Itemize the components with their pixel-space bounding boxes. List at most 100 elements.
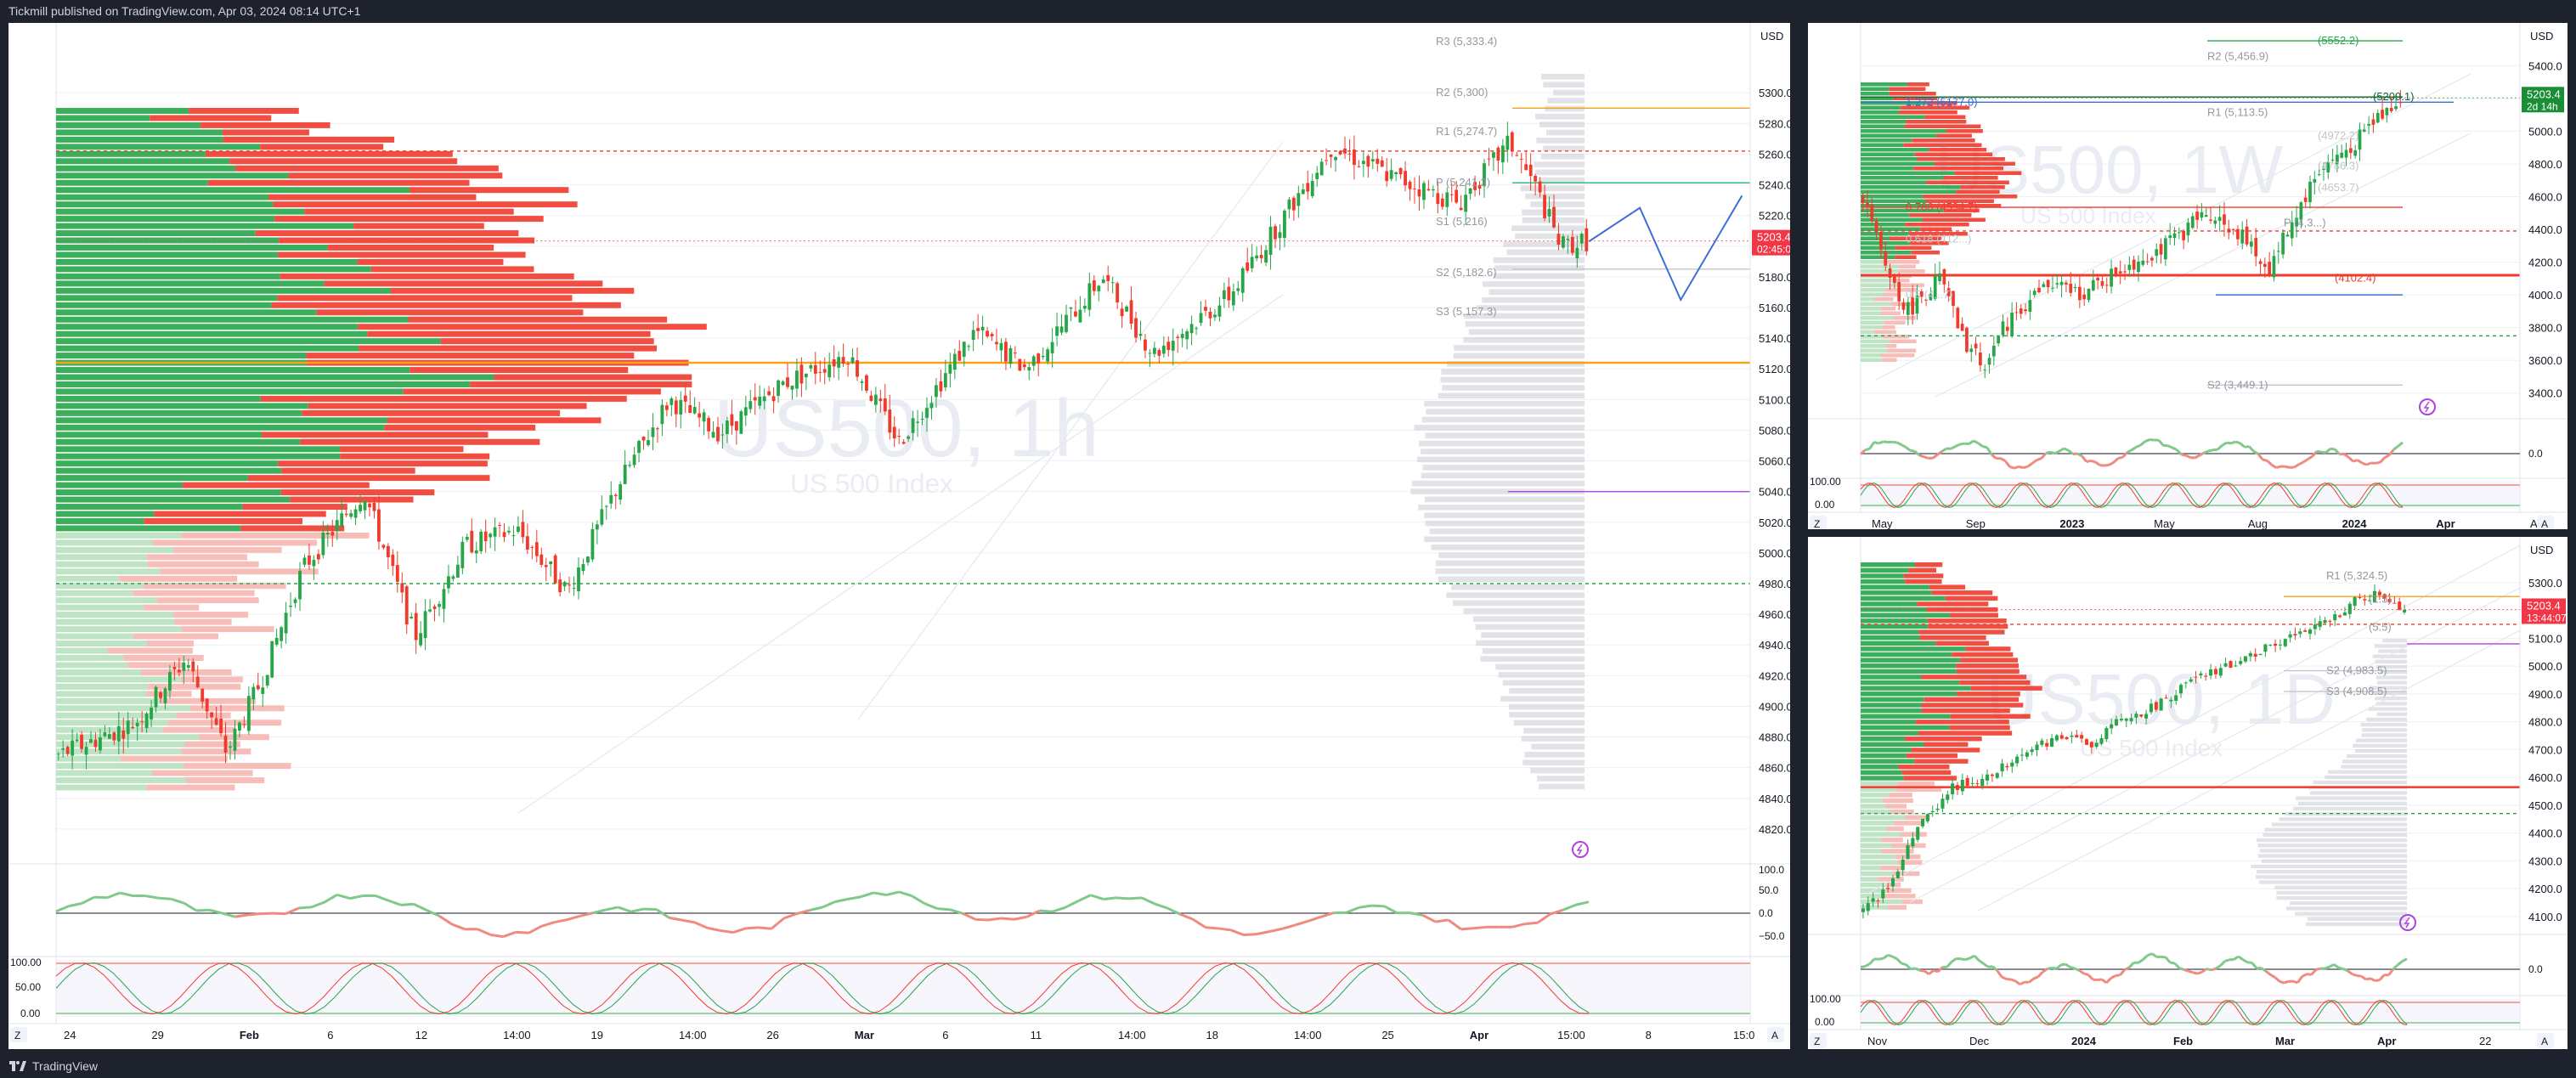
volume-profile-sell-bar bbox=[1921, 674, 2027, 680]
lightning-icon[interactable] bbox=[2419, 398, 2436, 415]
candle-body bbox=[590, 528, 595, 560]
volume-profile-sell-bar bbox=[1924, 742, 1969, 748]
candle-body bbox=[1171, 341, 1175, 351]
oscillator-segment bbox=[2087, 974, 2094, 981]
volume-profile-sell-bar bbox=[240, 525, 345, 532]
volume-profile-sell-bar bbox=[255, 230, 519, 237]
candle-body bbox=[1956, 308, 1960, 329]
volume-profile-sell-bar bbox=[1905, 223, 1969, 227]
oscillator-segment bbox=[1230, 928, 1245, 937]
right-volume-profile-bar bbox=[2264, 827, 2407, 832]
a-button[interactable]: A bbox=[2541, 518, 2548, 529]
candle-body bbox=[1938, 273, 1941, 282]
daily-chart-panel[interactable]: US500, 1D US 500 Index R1 (5,324.5) (1.5) (5… bbox=[1808, 537, 2568, 1049]
volume-profile-sell-bar bbox=[146, 554, 247, 561]
candle-body bbox=[1315, 172, 1319, 179]
volume-profile-buy-bar bbox=[56, 280, 325, 287]
main-chart-svg[interactable]: US500, 1hUS 500 Index R3 (5,333.4) R2 (5,3… bbox=[8, 23, 1790, 1049]
volume-profile-sell-bar bbox=[144, 518, 303, 524]
right-volume-profile-bar bbox=[2355, 738, 2407, 742]
volume-profile-sell-bar bbox=[151, 770, 253, 776]
volume-profile-buy-bar bbox=[1861, 269, 1899, 274]
time-tick-label: 8 bbox=[1646, 1029, 1652, 1041]
weekly-chart-svg[interactable]: US500, 1WUS 500 Index(5552.2)R2 (5,456.9… bbox=[1808, 23, 2568, 529]
volume-profile-sell-bar bbox=[1943, 176, 1998, 180]
volume-profile-buy-bar bbox=[1861, 826, 1888, 832]
volume-profile-sell-bar bbox=[1911, 748, 1980, 753]
candle-body bbox=[205, 698, 209, 712]
volume-profile-sell-bar bbox=[1882, 798, 1913, 804]
volume-profile-buy-bar bbox=[56, 353, 307, 359]
volume-profile-sell-bar bbox=[1904, 124, 1981, 129]
oscillator-segment bbox=[413, 902, 427, 912]
z-button[interactable]: Z bbox=[1814, 1036, 1820, 1047]
oscillator-segment bbox=[2275, 465, 2281, 470]
candle-body bbox=[1152, 347, 1156, 354]
right-volume-profile-bar bbox=[1482, 648, 1585, 654]
right-volume-profile-bar bbox=[2293, 806, 2407, 811]
z-button[interactable]: Z bbox=[1814, 518, 1820, 529]
candle-body bbox=[168, 672, 172, 691]
oscillator-segment bbox=[566, 914, 580, 922]
oscillator-segment bbox=[2311, 450, 2319, 458]
volume-profile-sell-bar bbox=[1885, 804, 1907, 809]
right-volume-profile-bar bbox=[2361, 733, 2407, 737]
oscillator-segment bbox=[2264, 969, 2272, 976]
time-tick-label: Apr bbox=[2377, 1035, 2396, 1047]
volume-profile-buy-bar bbox=[56, 216, 275, 223]
candle-body bbox=[2001, 321, 2005, 336]
candle-body bbox=[483, 531, 488, 542]
candle-body bbox=[2308, 629, 2313, 635]
candle-body bbox=[586, 556, 590, 563]
candle-body bbox=[2248, 652, 2252, 657]
volume-profile-buy-bar bbox=[1861, 686, 1971, 691]
time-tick-label: 24 bbox=[64, 1029, 76, 1041]
z-button[interactable]: Z bbox=[14, 1030, 20, 1041]
a-button[interactable]: A bbox=[2541, 1036, 2548, 1047]
oscillator-segment bbox=[860, 891, 874, 899]
volume-profile-sell-bar bbox=[1901, 770, 1952, 776]
candle-body bbox=[2348, 148, 2353, 153]
volume-profile-buy-bar bbox=[56, 676, 181, 683]
lightning-icon[interactable] bbox=[1572, 841, 1589, 858]
daily-chart-svg[interactable]: US500, 1DUS 500 IndexR1 (5,324.5)(1.5)(5… bbox=[1808, 537, 2568, 1049]
oscillator-segment bbox=[2307, 455, 2313, 460]
oscillator-segment bbox=[2315, 967, 2321, 972]
candle-body bbox=[577, 567, 580, 592]
right-volume-profile-bar bbox=[1540, 153, 1585, 160]
candle-body bbox=[562, 582, 567, 587]
candle-body bbox=[2094, 742, 2099, 748]
volume-profile-buy-bar bbox=[56, 388, 404, 395]
volume-profile-sell-bar bbox=[280, 489, 435, 496]
right-volume-profile-bar bbox=[1513, 720, 1585, 726]
a-button[interactable]: A bbox=[1771, 1030, 1778, 1041]
candle-body bbox=[1585, 228, 1589, 251]
stochastic-tick-label: 0.00 bbox=[1815, 499, 1835, 511]
oscillator-segment bbox=[1103, 896, 1116, 900]
weekly-chart-panel[interactable]: US500, 1W US 500 Index (5552.2) R2 (5,456.9… bbox=[1808, 23, 2568, 529]
oscillator-segment bbox=[1901, 443, 1907, 449]
right-volume-profile-bar bbox=[2355, 748, 2407, 753]
volume-profile-sell-bar bbox=[340, 446, 464, 453]
volume-profile-buy-bar bbox=[1861, 866, 1881, 871]
candle-body bbox=[632, 454, 636, 466]
volume-profile-buy-bar bbox=[1861, 635, 1920, 641]
volume-profile-buy-bar bbox=[56, 324, 359, 330]
candle-body bbox=[321, 532, 325, 556]
oscillator-segment bbox=[1905, 963, 1912, 970]
volume-profile-buy-bar bbox=[1861, 776, 1904, 781]
oscillator-segment bbox=[2247, 961, 2252, 964]
candle-body bbox=[344, 513, 348, 516]
candle-body bbox=[1970, 782, 1974, 784]
price-tick-label: 4700.0 bbox=[2528, 743, 2562, 756]
candle-body bbox=[377, 509, 381, 542]
volume-profile-sell-bar bbox=[1950, 714, 2031, 719]
volume-profile-sell-bar bbox=[242, 504, 347, 511]
volume-profile-buy-bar bbox=[1861, 236, 1890, 241]
candle-body bbox=[604, 505, 608, 507]
volume-profile-sell-bar bbox=[316, 309, 584, 316]
volume-profile-buy-bar bbox=[1861, 189, 1957, 195]
candle-body bbox=[1398, 167, 1403, 175]
time-tick-label: 15:0 bbox=[1733, 1029, 1754, 1041]
main-chart-panel[interactable]: US500, 1h US 500 Index R3 (5,333.4) R2 (5,3… bbox=[8, 23, 1790, 1049]
